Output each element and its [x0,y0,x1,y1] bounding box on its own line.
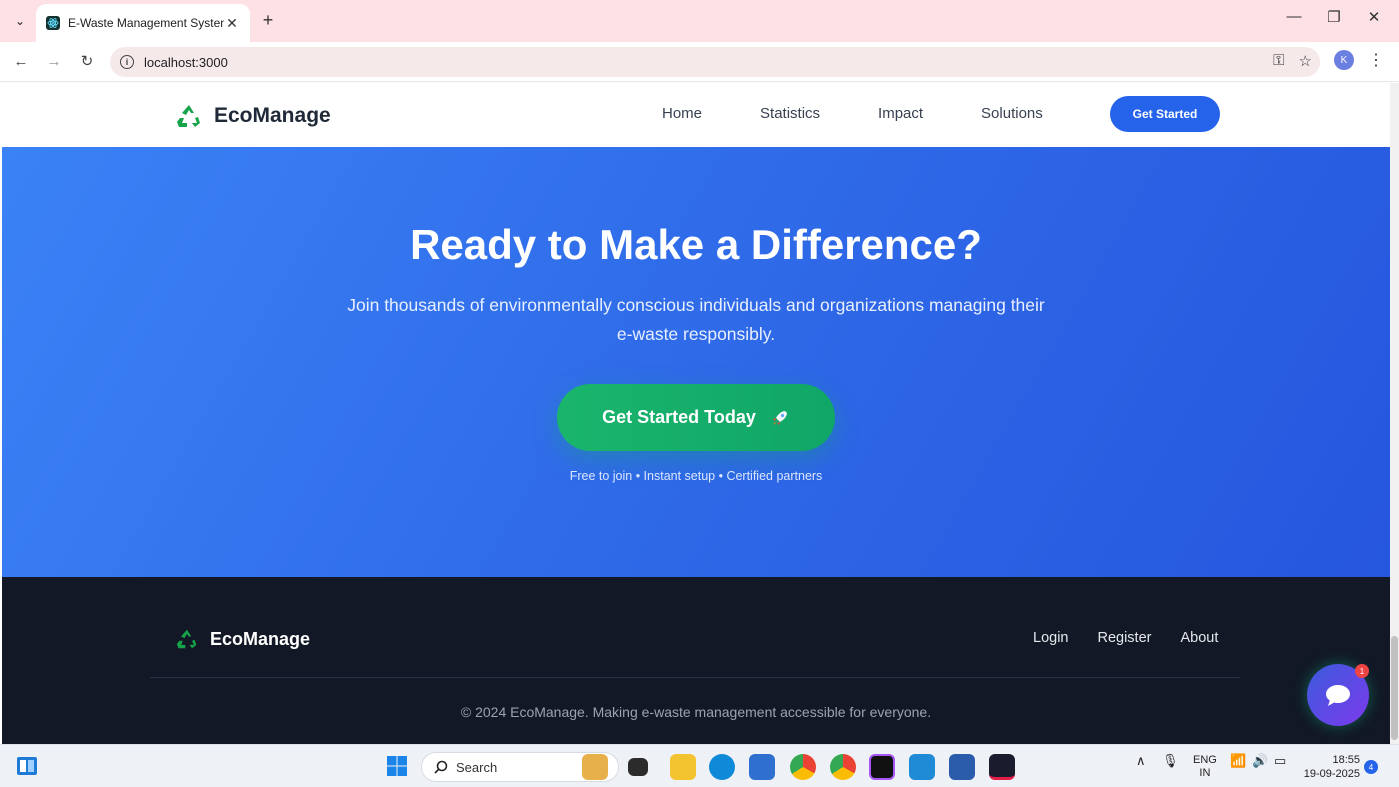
window-close-icon[interactable]: ✕ [1354,8,1394,26]
address-toolbar: ← → ↻ i localhost:3000 ⚿ ☆ [0,42,1399,82]
browser-tab-bar: ⌄ E-Waste Management System ✕ + — ❐ ✕ [0,0,1399,42]
vscode-icon[interactable] [909,754,935,780]
url-text[interactable]: localhost:3000 [144,55,228,70]
profile-avatar[interactable]: K [1334,50,1354,70]
site-info-icon[interactable]: i [120,55,134,69]
bookmark-star-icon[interactable]: ☆ [1299,52,1312,70]
jetbrains-icon[interactable] [869,754,895,780]
tray-chevron-icon[interactable]: ∧ [1136,753,1146,769]
omnibox[interactable]: i localhost:3000 ⚿ ☆ [110,47,1320,77]
rocket-icon [772,410,787,425]
nav-link-solutions[interactable]: Solutions [981,105,1043,122]
notification-count-badge[interactable]: 4 [1364,760,1378,774]
microsoft-store-icon[interactable] [749,754,775,780]
footer-link-about[interactable]: About [1180,630,1218,646]
chat-notification-badge: 1 [1355,664,1369,678]
site-footer: EcoManage Login Register About © 2024 Ec… [2,577,1390,744]
chrome-profile-icon[interactable] [830,754,856,780]
footer-link-register[interactable]: Register [1097,630,1151,646]
password-key-icon[interactable]: ⚿ [1273,52,1284,70]
widgets-icon[interactable] [16,755,38,777]
web-page: EcoManage Home Statistics Impact Solutio… [2,83,1390,744]
restore-icon[interactable]: ❐ [1314,8,1354,26]
file-explorer-icon[interactable] [670,754,696,780]
minimize-icon[interactable]: — [1274,8,1314,25]
hero-title: Ready to Make a Difference? [410,221,982,268]
back-icon[interactable]: ← [10,51,32,73]
windows-taskbar: Search ∧ 🎙 ENG IN 📶 🔊 ▭ 18:55 19-09-2025… [0,744,1399,787]
recycle-icon [177,105,200,127]
volume-icon[interactable]: 🔊 [1252,753,1268,769]
new-tab-icon[interactable]: + [258,10,278,31]
footer-copyright: © 2024 EcoManage. Making e-waste managem… [460,704,932,720]
footer-brand[interactable]: EcoManage [176,628,310,650]
chat-bubble-icon [1326,685,1350,706]
get-started-button[interactable]: Get Started [1110,96,1220,132]
windows-start-icon[interactable] [386,755,408,777]
taskbar-clock[interactable]: 18:55 19-09-2025 [1300,753,1360,781]
reload-icon[interactable]: ↻ [76,51,98,73]
task-view-icon[interactable] [628,758,648,776]
clock-date: 19-09-2025 [1303,768,1360,780]
edge-browser-icon[interactable] [709,754,735,780]
get-started-today-button[interactable]: Get Started Today [557,384,835,451]
cta-hero-section: Ready to Make a Difference? Join thousan… [2,147,1390,577]
forward-icon[interactable]: → [43,51,65,73]
hero-note: Free to join • Instant setup • Certified… [569,469,823,483]
browser-tab[interactable]: E-Waste Management System ✕ [36,4,250,42]
search-highlight-icon[interactable] [582,754,608,780]
chrome-icon[interactable] [790,754,816,780]
site-navbar: EcoManage Home Statistics Impact Solutio… [2,83,1390,147]
nav-link-impact[interactable]: Impact [878,105,923,122]
word-icon[interactable] [949,754,975,780]
wifi-icon[interactable]: 📶 [1230,753,1246,769]
lang-line-2: IN [1199,767,1211,779]
search-icon [434,760,448,774]
footer-link-login[interactable]: Login [1033,630,1068,646]
nav-link-statistics[interactable]: Statistics [760,105,820,122]
hero-cta-label: Get Started Today [602,407,756,427]
nav-link-home[interactable]: Home [662,105,702,122]
brand-name: EcoManage [214,104,331,127]
scrollbar-thumb[interactable] [1391,636,1398,740]
hero-subtitle: Join thousands of environmentally consci… [347,295,1045,344]
footer-links: Login Register About [1033,630,1247,646]
battery-icon[interactable]: ▭ [1274,753,1286,769]
tab-list-chevron-icon[interactable]: ⌄ [8,10,32,32]
input-language[interactable]: ENG IN [1193,754,1217,780]
tab-title: E-Waste Management System [68,16,224,30]
footer-divider [150,677,1240,678]
taskbar-search-label: Search [456,759,498,775]
waveform-app-icon[interactable] [989,754,1015,780]
react-favicon-icon [46,16,60,30]
tab-close-icon[interactable]: ✕ [224,15,240,32]
lang-line-1: ENG [1193,754,1217,766]
nav-links: Home Statistics Impact Solutions [662,105,1101,122]
nav-brand[interactable]: EcoManage [176,103,331,129]
microphone-icon[interactable]: 🎙 [1162,753,1179,769]
footer-recycle-icon [176,629,197,649]
browser-menu-icon[interactable]: ⋮ [1368,50,1384,70]
footer-brand-name: EcoManage [210,628,311,649]
clock-time: 18:55 [1332,754,1360,766]
